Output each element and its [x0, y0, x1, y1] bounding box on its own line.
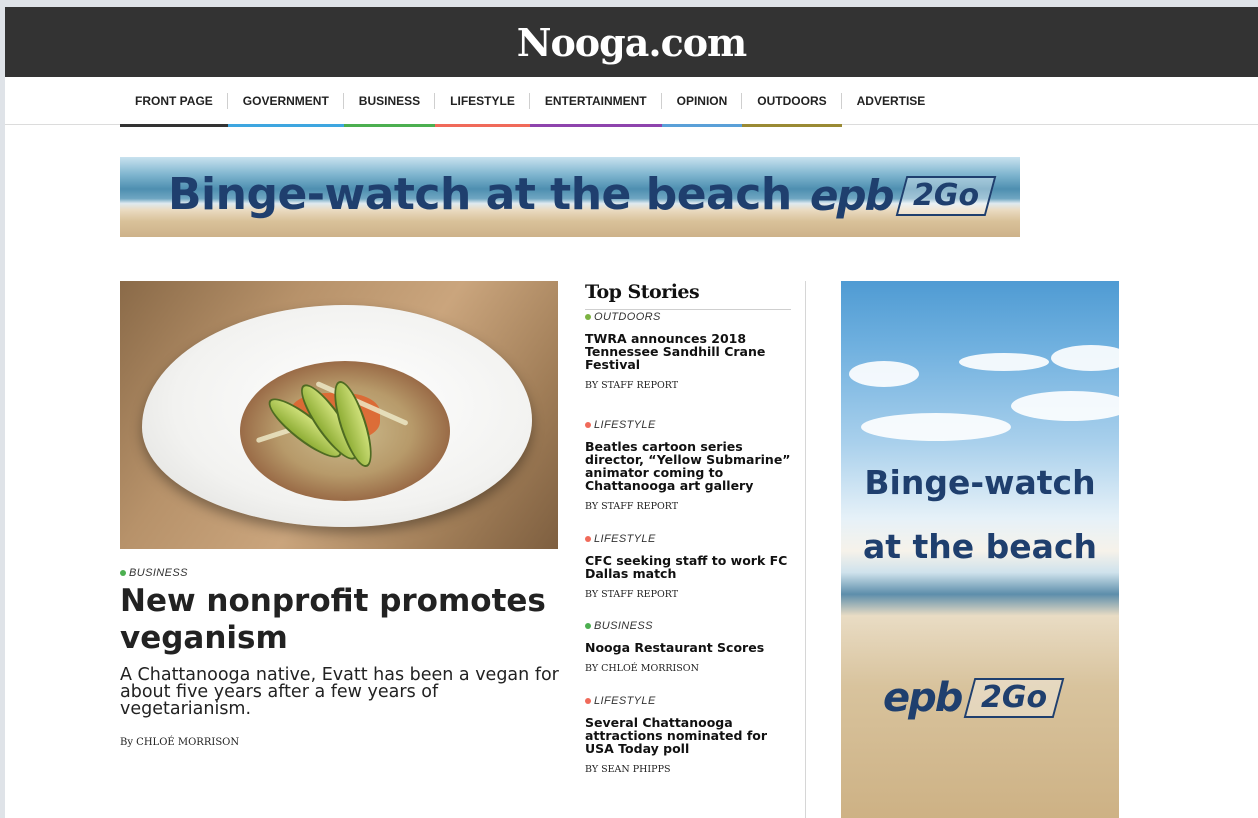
lead-story-category[interactable]: BUSINESS	[120, 567, 188, 579]
cloud-shape	[1051, 345, 1119, 371]
epb-2go-badge: 2Go	[964, 678, 1065, 718]
top-story-title[interactable]: CFC seeking staff to work FC Dallas matc…	[585, 554, 791, 580]
nav-color-bar	[227, 124, 344, 127]
category-dot-icon	[585, 623, 591, 629]
nav-color-bar	[120, 124, 228, 127]
nav-item-label: LIFESTYLE	[450, 94, 515, 108]
banner-ad-headline: Binge-watch at the beach	[168, 169, 792, 220]
category-dot-icon	[585, 698, 591, 704]
top-story-byline: BY SEAN PHIPPS	[585, 764, 671, 775]
side-ad-headline-1: Binge-watch	[864, 463, 1096, 502]
top-story-title[interactable]: TWRA announces 2018 Tennessee Sandhill C…	[585, 332, 791, 371]
nav-color-bar	[435, 124, 530, 127]
top-story-category-label: BUSINESS	[594, 620, 653, 632]
top-story-item: OUTDOORS TWRA announces 2018 Tennessee Sa…	[585, 311, 791, 391]
side-ad[interactable]: Binge-watch at the beach epb 2Go	[841, 281, 1119, 818]
top-stories: Top Stories OUTDOORS TWRA announces 2018 …	[585, 281, 791, 775]
top-story-category[interactable]: BUSINESS	[585, 620, 791, 632]
nav-item-outdoors[interactable]: OUTDOORS	[742, 77, 842, 127]
top-story-item: LIFESTYLE CFC seeking staff to work FC Da…	[585, 533, 791, 600]
masthead: Nooga.com	[5, 7, 1258, 77]
top-story-category[interactable]: OUTDOORS	[585, 311, 791, 323]
browser-page: Nooga.com FRONT PAGE GOVERNMENT BUSINESS LI…	[5, 7, 1258, 818]
top-story-category-label: LIFESTYLE	[594, 419, 656, 431]
cloud-shape	[861, 413, 1011, 441]
section-nav-items: FRONT PAGE GOVERNMENT BUSINESS LIFESTYLE ENT…	[120, 77, 941, 127]
cloud-shape	[849, 361, 919, 387]
top-story-category[interactable]: LIFESTYLE	[585, 695, 791, 707]
top-story-category[interactable]: LIFESTYLE	[585, 419, 791, 431]
nav-color-bar	[661, 124, 743, 127]
epb-logo: epb 2Go	[810, 171, 997, 220]
epb-2go-badge: 2Go	[895, 175, 997, 216]
top-story-item: LIFESTYLE Beatles cartoon series director…	[585, 419, 791, 512]
top-story-item: LIFESTYLE Several Chattanooga attractions…	[585, 695, 791, 775]
nav-item-business[interactable]: BUSINESS	[343, 77, 436, 127]
nav-item-label: OPINION	[676, 94, 728, 108]
top-story-item: BUSINESS Nooga Restaurant Scores BY CHLOÉ …	[585, 620, 791, 674]
top-story-byline: BY STAFF REPORT	[585, 589, 679, 600]
nav-color-bar	[343, 124, 436, 127]
nav-item-lifestyle[interactable]: LIFESTYLE	[435, 77, 530, 127]
nav-color-bar	[529, 124, 662, 127]
category-dot-icon	[585, 422, 591, 428]
column-divider	[805, 281, 806, 818]
nav-item-label: OUTDOORS	[757, 94, 827, 108]
plate-shape	[142, 305, 532, 527]
top-story-title[interactable]: Several Chattanooga attractions nominate…	[585, 716, 791, 755]
nav-item-entertainment[interactable]: ENTERTAINMENT	[529, 77, 662, 127]
epb-wordmark: epb	[810, 171, 895, 220]
nav-item-front-page[interactable]: FRONT PAGE	[120, 77, 228, 127]
nav-item-advertise[interactable]: ADVERTISE	[842, 77, 941, 125]
top-story-category-label: LIFESTYLE	[594, 695, 656, 707]
banner-ad[interactable]: Binge-watch at the beach epb 2Go	[120, 157, 1020, 237]
nav-color-bar	[742, 124, 842, 127]
top-story-category-label: LIFESTYLE	[594, 533, 656, 545]
epb-wordmark: epb	[883, 675, 963, 721]
epb-2go-label: 2Go	[981, 680, 1048, 715]
lead-story-summary: A Chattanooga native, Evatt has been a v…	[120, 665, 559, 719]
top-story-byline: BY CHLOÉ MORRISON	[585, 663, 699, 674]
top-stories-heading: Top Stories	[585, 281, 791, 310]
top-story-byline: BY STAFF REPORT	[585, 501, 679, 512]
epb-logo: epb 2Go	[883, 675, 1065, 721]
nav-item-label: FRONT PAGE	[135, 94, 213, 108]
lead-story-category-label: BUSINESS	[129, 567, 188, 579]
nav-item-label: GOVERNMENT	[242, 94, 329, 108]
top-story-title[interactable]: Beatles cartoon series director, “Yellow…	[585, 440, 791, 492]
cloud-shape	[959, 353, 1049, 371]
category-dot-icon	[585, 536, 591, 542]
top-story-title[interactable]: Nooga Restaurant Scores	[585, 641, 791, 654]
nav-item-label: ADVERTISE	[856, 94, 926, 108]
lead-story-image[interactable]	[120, 281, 558, 549]
category-dot-icon	[585, 314, 591, 320]
nav-item-label: ENTERTAINMENT	[544, 94, 647, 108]
section-nav: FRONT PAGE GOVERNMENT BUSINESS LIFESTYLE ENT…	[5, 77, 1258, 127]
epb-2go-label: 2Go	[912, 177, 979, 213]
category-dot-icon	[120, 570, 126, 576]
lead-story-title[interactable]: New nonprofit promotes veganism	[120, 583, 560, 657]
nav-item-government[interactable]: GOVERNMENT	[227, 77, 344, 127]
side-ad-headline-2: at the beach	[863, 527, 1097, 566]
lead-story-byline: By CHLOÉ MORRISON	[120, 737, 240, 748]
nav-item-opinion[interactable]: OPINION	[661, 77, 743, 127]
top-story-byline: BY STAFF REPORT	[585, 380, 679, 391]
top-story-category[interactable]: LIFESTYLE	[585, 533, 791, 545]
top-story-category-label: OUTDOORS	[594, 311, 661, 323]
site-logo[interactable]: Nooga.com	[517, 20, 748, 65]
cloud-shape	[1011, 391, 1119, 421]
nav-item-label: BUSINESS	[358, 94, 421, 108]
